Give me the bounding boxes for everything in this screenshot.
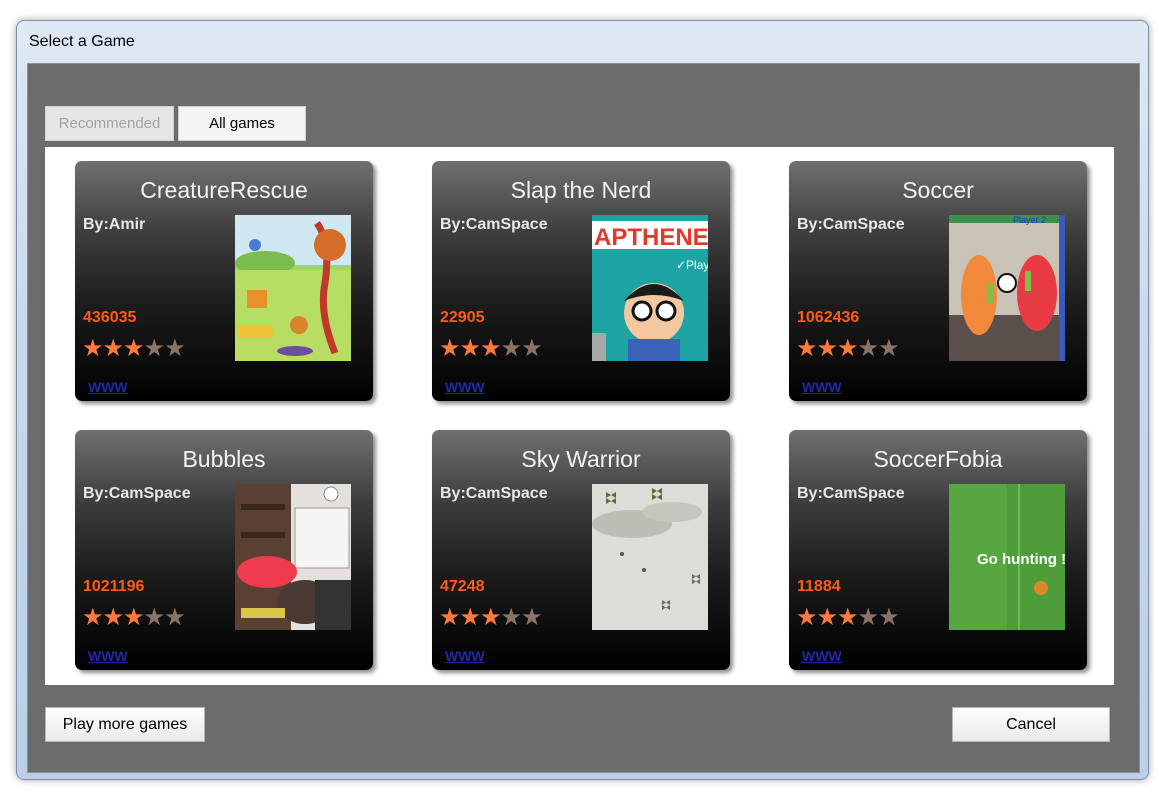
game-website-link[interactable]: WWW — [445, 648, 485, 664]
play-count: 1021196 — [83, 578, 145, 595]
game-website-link[interactable]: WWW — [88, 379, 128, 395]
play-more-games-button[interactable]: Play more games — [45, 707, 205, 742]
game-card[interactable]: Sky Warrior By:CamSpace 47248 ★★★★★ WWW — [432, 430, 730, 670]
thumb-logo-text: APTHENEF — [594, 224, 708, 251]
star-icon: ★ — [837, 604, 858, 631]
game-card[interactable]: CreatureRescue By:Amir 436035 ★★★★★ WWW — [75, 161, 373, 401]
star-icon: ★ — [439, 604, 460, 631]
game-website-link[interactable]: WWW — [802, 648, 842, 664]
thumb-player-text: Player 2 — [1013, 215, 1046, 225]
star-icon: ★ — [796, 604, 817, 631]
star-icon: ★ — [816, 335, 838, 362]
play-count: 47248 — [440, 578, 485, 595]
star-icon: ★ — [164, 604, 185, 631]
star-icon: ★ — [123, 335, 144, 362]
star-icon: ★ — [500, 335, 522, 362]
star-icon: ★ — [102, 335, 124, 362]
star-icon: ★ — [816, 604, 838, 631]
star-icon: ★ — [480, 335, 501, 362]
star-icon: ★ — [500, 604, 522, 631]
game-author: By:CamSpace — [440, 485, 548, 502]
star-icon: ★ — [857, 604, 879, 631]
thumb-caption-text: Go hunting ! — [977, 551, 1065, 568]
play-count: 22905 — [440, 309, 485, 326]
game-author: By:CamSpace — [797, 216, 905, 233]
game-card[interactable]: Bubbles By:CamSpace 1021196 ★★★★★ WWW — [75, 430, 373, 670]
star-icon: ★ — [878, 604, 899, 631]
select-game-window: Select a Game Recommended All games Crea… — [16, 20, 1149, 780]
game-author: By:Amir — [83, 216, 146, 233]
game-thumbnail[interactable] — [235, 484, 351, 630]
star-icon: ★ — [143, 604, 165, 631]
game-website-link[interactable]: WWW — [445, 379, 485, 395]
star-icon: ★ — [878, 335, 899, 362]
star-icon: ★ — [102, 604, 124, 631]
star-icon: ★ — [521, 604, 542, 631]
window-title: Select a Game — [29, 33, 135, 50]
game-title: Soccer — [902, 177, 974, 203]
game-title: Sky Warrior — [521, 446, 641, 472]
rating-stars: ★★★★★ — [796, 335, 900, 362]
star-icon: ★ — [459, 604, 481, 631]
star-icon: ★ — [480, 604, 501, 631]
game-title: Slap the Nerd — [510, 177, 652, 203]
title-bar[interactable]: Select a Game — [17, 21, 1148, 63]
play-count: 11884 — [797, 578, 841, 595]
game-card[interactable]: Soccer By:CamSpace Player 2 1062436 ★★★★… — [789, 161, 1087, 401]
star-icon: ★ — [439, 335, 460, 362]
star-icon: ★ — [82, 604, 103, 631]
dialog-client-area: Recommended All games CreatureRescue By:… — [27, 63, 1140, 773]
play-count: 436035 — [83, 309, 137, 326]
game-thumbnail[interactable]: Go hunting ! — [949, 484, 1065, 630]
star-icon: ★ — [857, 335, 879, 362]
tab-recommended[interactable]: Recommended — [45, 106, 174, 141]
cancel-button[interactable]: Cancel — [952, 707, 1110, 742]
star-icon: ★ — [837, 335, 858, 362]
play-count: 1062436 — [797, 309, 860, 326]
rating-stars: ★★★★★ — [439, 604, 543, 631]
star-icon: ★ — [459, 335, 481, 362]
game-card[interactable]: SoccerFobia By:CamSpace Go hunting ! 118… — [789, 430, 1087, 670]
star-icon: ★ — [143, 335, 165, 362]
game-thumbnail[interactable]: Player 2 — [949, 215, 1065, 361]
star-icon: ★ — [796, 335, 817, 362]
thumb-play-text: ✓Play — [676, 258, 708, 272]
game-author: By:CamSpace — [83, 485, 191, 502]
star-icon: ★ — [164, 335, 185, 362]
game-thumbnail[interactable] — [235, 215, 351, 361]
game-thumbnail[interactable]: APTHENEF ✓Play — [592, 215, 708, 361]
game-website-link[interactable]: WWW — [88, 648, 128, 664]
star-icon: ★ — [123, 604, 144, 631]
rating-stars: ★★★★★ — [82, 604, 186, 631]
game-website-link[interactable]: WWW — [802, 379, 842, 395]
game-thumbnail[interactable] — [592, 484, 708, 630]
rating-stars: ★★★★★ — [439, 335, 543, 362]
tab-all-games[interactable]: All games — [178, 106, 306, 141]
rating-stars: ★★★★★ — [796, 604, 900, 631]
game-title: CreatureRescue — [140, 177, 308, 203]
game-author: By:CamSpace — [440, 216, 548, 233]
star-icon: ★ — [82, 335, 103, 362]
game-card[interactable]: Slap the Nerd By:CamSpace APTHENEF ✓Play — [432, 161, 730, 401]
star-icon: ★ — [521, 335, 542, 362]
game-title: Bubbles — [182, 446, 266, 472]
rating-stars: ★★★★★ — [82, 335, 186, 362]
game-author: By:CamSpace — [797, 485, 905, 502]
games-grid: CreatureRescue By:Amir 436035 ★★★★★ WWW … — [45, 147, 1114, 685]
game-title: SoccerFobia — [873, 446, 1003, 472]
